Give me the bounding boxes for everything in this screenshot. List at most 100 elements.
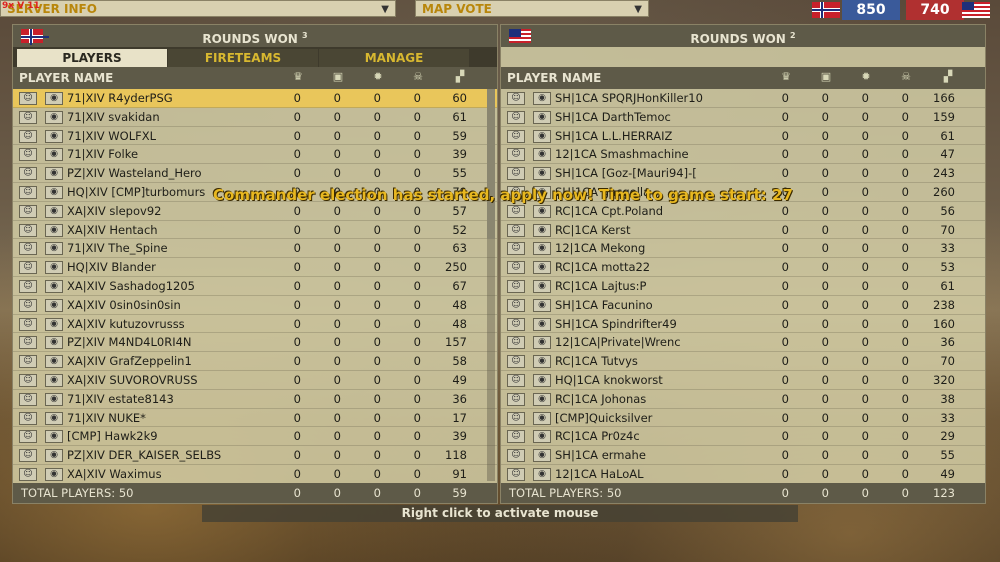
- squad-icon[interactable]: ☺: [19, 336, 37, 350]
- voice-icon[interactable]: ◉: [45, 467, 63, 481]
- voice-icon[interactable]: ◉: [533, 298, 551, 312]
- squad-icon[interactable]: ☺: [19, 148, 37, 162]
- squad-icon[interactable]: ☺: [19, 261, 37, 275]
- player-row[interactable]: ☺ ◉ SH|1CA Spindrifter49 0 0 0 0 160: [501, 315, 985, 334]
- squad-icon[interactable]: ☺: [19, 279, 37, 293]
- player-row[interactable]: ☺ ◉ RC|1CA Johonas 0 0 0 0 38: [501, 390, 985, 409]
- voice-icon[interactable]: ◉: [45, 355, 63, 369]
- player-row[interactable]: ☺ ◉ XA|XIV Hentach 0 0 0 0 52: [13, 221, 497, 240]
- voice-icon[interactable]: ◉: [533, 430, 551, 444]
- player-row[interactable]: ☺ ◉ XA|XIV Sashadog1205 0 0 0 0 67: [13, 277, 497, 296]
- tab-manage[interactable]: MANAGE: [319, 49, 469, 67]
- player-row[interactable]: ☺ ◉ SH|1CA L.L.HERRAIZ 0 0 0 0 61: [501, 127, 985, 146]
- squad-icon[interactable]: ☺: [19, 411, 37, 425]
- player-name-column[interactable]: PLAYER NAME: [19, 71, 113, 85]
- squad-icon[interactable]: ☺: [19, 467, 37, 481]
- tab-players[interactable]: PLAYERS: [17, 49, 167, 67]
- voice-icon[interactable]: ◉: [45, 148, 63, 162]
- player-row[interactable]: ☺ ◉ 71|XIV Folke 0 0 0 0 39: [13, 145, 497, 165]
- voice-icon[interactable]: ◉: [533, 92, 551, 105]
- voice-icon[interactable]: ◉: [45, 411, 63, 425]
- player-row[interactable]: ☺ ◉ 71|XIV The_Spine 0 0 0 0 63: [13, 239, 497, 259]
- map-vote-dropdown[interactable]: MAP VOTE ▼: [415, 0, 649, 17]
- voice-icon[interactable]: ◉: [533, 129, 551, 143]
- player-row[interactable]: ☺ ◉ 71|XIV estate8143 0 0 0 0 36: [13, 390, 497, 409]
- kills-icon[interactable]: ▣: [331, 70, 345, 84]
- voice-icon[interactable]: ◉: [45, 430, 63, 444]
- player-row[interactable]: ☺ ◉ 12|1CA HaLoAL 0 0 0 0 49: [501, 465, 985, 484]
- squad-icon[interactable]: ☺: [507, 279, 525, 293]
- voice-icon[interactable]: ◉: [45, 392, 63, 406]
- player-row[interactable]: ☺ ◉ RC|1CA Kerst 0 0 0 0 70: [501, 221, 985, 240]
- player-row[interactable]: ☺ ◉ PZ|XIV Wasteland_Hero 0 0 0 0 55: [13, 164, 497, 183]
- player-row[interactable]: ☺ ◉ 71|XIV svakidan 0 0 0 0 61: [13, 108, 497, 127]
- player-name-column[interactable]: PLAYER NAME: [507, 71, 601, 85]
- squad-icon[interactable]: ☺: [507, 129, 525, 143]
- player-row[interactable]: ☺ ◉ XA|XIV slepov92 0 0 0 0 57: [13, 202, 497, 221]
- voice-icon[interactable]: ◉: [45, 317, 63, 331]
- voice-icon[interactable]: ◉: [45, 279, 63, 293]
- player-row[interactable]: ☺ ◉ [CMP] Hawk2k9 0 0 0 0 39: [13, 427, 497, 447]
- squad-icon[interactable]: ☺: [507, 449, 525, 463]
- voice-icon[interactable]: ◉: [533, 242, 551, 256]
- squad-icon[interactable]: ☺: [19, 430, 37, 444]
- squad-icon[interactable]: ☺: [507, 167, 525, 181]
- player-row[interactable]: ☺ ◉ XA|XIV SUVOROVRUSS 0 0 0 0 49: [13, 371, 497, 390]
- voice-icon[interactable]: ◉: [533, 373, 551, 387]
- scrollbar[interactable]: [487, 89, 495, 481]
- voice-icon[interactable]: ◉: [45, 129, 63, 143]
- scrollbar-thumb[interactable]: [487, 89, 495, 239]
- player-row[interactable]: ☺ ◉ HQ|XIV Blander 0 0 0 0 250: [13, 258, 497, 277]
- player-row[interactable]: ☺ ◉ RC|1CA Lajtus:P 0 0 0 0 61: [501, 277, 985, 296]
- player-row[interactable]: ☺ ◉ HQ|1CA knokworst 0 0 0 0 320: [501, 371, 985, 390]
- player-row[interactable]: ☺ ◉ RC|1CA Tutvys 0 0 0 0 70: [501, 352, 985, 371]
- player-row[interactable]: ☺ ◉ SH|1CA DarthTemoc 0 0 0 0 159: [501, 108, 985, 127]
- voice-icon[interactable]: ◉: [533, 449, 551, 463]
- squad-icon[interactable]: ☺: [507, 242, 525, 256]
- squad-icon[interactable]: ☺: [19, 317, 37, 331]
- squad-icon[interactable]: ☺: [507, 411, 525, 425]
- squad-icon[interactable]: ☺: [19, 242, 37, 256]
- assist-icon[interactable]: ✹: [859, 70, 873, 84]
- voice-icon[interactable]: ◉: [533, 467, 551, 481]
- voice-icon[interactable]: ◉: [45, 298, 63, 312]
- player-row[interactable]: ☺ ◉ XA|XIV 0sin0sin0sin 0 0 0 0 48: [13, 296, 497, 315]
- voice-icon[interactable]: ◉: [45, 449, 63, 463]
- squad-icon[interactable]: ☺: [19, 110, 37, 124]
- squad-icon[interactable]: ☺: [507, 355, 525, 369]
- squad-icon[interactable]: ☺: [507, 92, 525, 105]
- squad-icon[interactable]: ☺: [507, 336, 525, 350]
- squad-icon[interactable]: ☺: [507, 373, 525, 387]
- voice-icon[interactable]: ◉: [45, 167, 63, 181]
- deaths-icon[interactable]: ☠: [899, 70, 913, 84]
- voice-icon[interactable]: ◉: [533, 336, 551, 350]
- player-row[interactable]: ☺ ◉ RC|1CA Pr0z4c 0 0 0 0 29: [501, 427, 985, 447]
- squad-icon[interactable]: ☺: [507, 467, 525, 481]
- voice-icon[interactable]: ◉: [45, 373, 63, 387]
- squad-icon[interactable]: ☺: [19, 355, 37, 369]
- voice-icon[interactable]: ◉: [533, 317, 551, 331]
- score-icon[interactable]: ▞: [941, 70, 955, 84]
- voice-icon[interactable]: ◉: [533, 261, 551, 275]
- squad-icon[interactable]: ☺: [507, 298, 525, 312]
- player-row[interactable]: ☺ ◉ SH|1CA ermahe 0 0 0 0 55: [501, 446, 985, 465]
- trophy-icon[interactable]: ♛: [779, 70, 793, 84]
- player-row[interactable]: ☺ ◉ SH|1CA [Goz-[Mauri94]-[0 0 0 0 243: [501, 164, 985, 183]
- voice-icon[interactable]: ◉: [533, 355, 551, 369]
- squad-icon[interactable]: ☺: [19, 185, 37, 199]
- squad-icon[interactable]: ☺: [507, 110, 525, 124]
- voice-icon[interactable]: ◉: [533, 167, 551, 181]
- voice-icon[interactable]: ◉: [533, 148, 551, 162]
- squad-icon[interactable]: ☺: [19, 204, 37, 218]
- player-row[interactable]: ☺ ◉ XA|XIV Waximus 0 0 0 0 91: [13, 465, 497, 484]
- player-row[interactable]: ☺ ◉ SH|1CA SPQRJHonKiller10 0 0 0 0 166: [501, 89, 985, 108]
- voice-icon[interactable]: ◉: [45, 204, 63, 218]
- voice-icon[interactable]: ◉: [533, 223, 551, 237]
- kills-icon[interactable]: ▣: [819, 70, 833, 84]
- player-row[interactable]: ☺ ◉ RC|1CA motta22 0 0 0 0 53: [501, 258, 985, 277]
- squad-icon[interactable]: ☺: [507, 317, 525, 331]
- squad-icon[interactable]: ☺: [507, 261, 525, 275]
- deaths-icon[interactable]: ☠: [411, 70, 425, 84]
- player-row[interactable]: ☺ ◉ XA|XIV GrafZeppelin1 0 0 0 0 58: [13, 352, 497, 371]
- player-row[interactable]: ☺ ◉ RC|1CA Cpt.Poland 0 0 0 0 56: [501, 202, 985, 221]
